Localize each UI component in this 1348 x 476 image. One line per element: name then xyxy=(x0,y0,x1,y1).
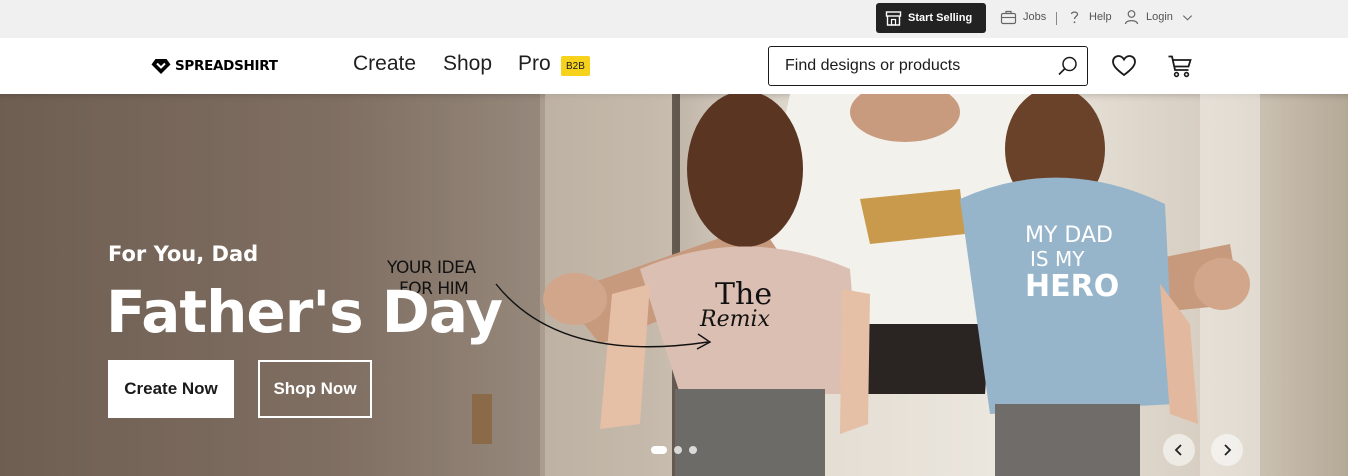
start-selling-button[interactable]: Start Selling xyxy=(876,3,986,33)
heart-icon[interactable] xyxy=(1111,53,1137,79)
start-selling-label: Start Selling xyxy=(908,12,973,24)
create-now-button[interactable]: Create Now xyxy=(108,360,234,418)
logo-text: SPREADSHIRT xyxy=(175,58,278,74)
user-icon xyxy=(1124,10,1139,25)
carousel-next-button[interactable] xyxy=(1211,434,1243,466)
shop-now-button[interactable]: Shop Now xyxy=(258,360,372,418)
carousel-dot-3[interactable] xyxy=(689,446,697,454)
help-link[interactable]: Help xyxy=(1066,9,1112,25)
question-icon xyxy=(1070,11,1079,24)
carousel-dot-1[interactable] xyxy=(651,446,667,454)
utility-bar: Start Selling Jobs Help Login xyxy=(0,0,1348,38)
chevron-right-icon xyxy=(1224,444,1232,456)
svg-text:IS MY: IS MY xyxy=(1030,247,1085,271)
help-label: Help xyxy=(1089,11,1112,23)
carousel-dot-2[interactable] xyxy=(674,446,682,454)
hero-title: Father's Day xyxy=(106,278,503,346)
jobs-link[interactable]: Jobs xyxy=(1000,9,1046,25)
chevron-left-icon xyxy=(1174,444,1182,456)
carousel-dots xyxy=(651,446,697,454)
svg-text:HERO: HERO xyxy=(1025,269,1119,304)
spreadshirt-logo[interactable]: SPREADSHIRT xyxy=(150,56,278,76)
annotation-line-1: YOUR IDEA xyxy=(387,258,476,278)
main-header: SPREADSHIRT Create Shop Pro B2B xyxy=(0,38,1348,94)
login-label: Login xyxy=(1146,11,1173,23)
svg-text:Remix: Remix xyxy=(699,307,770,332)
nav-shop[interactable]: Shop xyxy=(443,52,492,76)
nav-create[interactable]: Create xyxy=(353,52,416,76)
search-input[interactable] xyxy=(769,47,1049,85)
chevron-down-icon xyxy=(1182,14,1193,21)
search-box xyxy=(768,46,1088,86)
hero-banner[interactable]: The Remix MY DAD IS MY HERO YOUR IDEA FO… xyxy=(0,94,1348,476)
storefront-icon xyxy=(885,10,902,26)
carousel-prev-button[interactable] xyxy=(1163,434,1195,466)
login-link[interactable]: Login xyxy=(1123,9,1194,25)
search-icon[interactable] xyxy=(1057,55,1079,77)
utility-divider xyxy=(1056,12,1057,25)
hero-kicker: For You, Dad xyxy=(108,242,259,266)
svg-text:MY DAD: MY DAD xyxy=(1025,223,1113,248)
cart-icon[interactable] xyxy=(1167,53,1193,79)
logo-icon xyxy=(151,59,171,74)
nav-pro[interactable]: Pro xyxy=(518,52,551,76)
b2b-badge: B2B xyxy=(561,56,590,76)
briefcase-icon xyxy=(1000,10,1017,25)
jobs-label: Jobs xyxy=(1023,11,1047,23)
